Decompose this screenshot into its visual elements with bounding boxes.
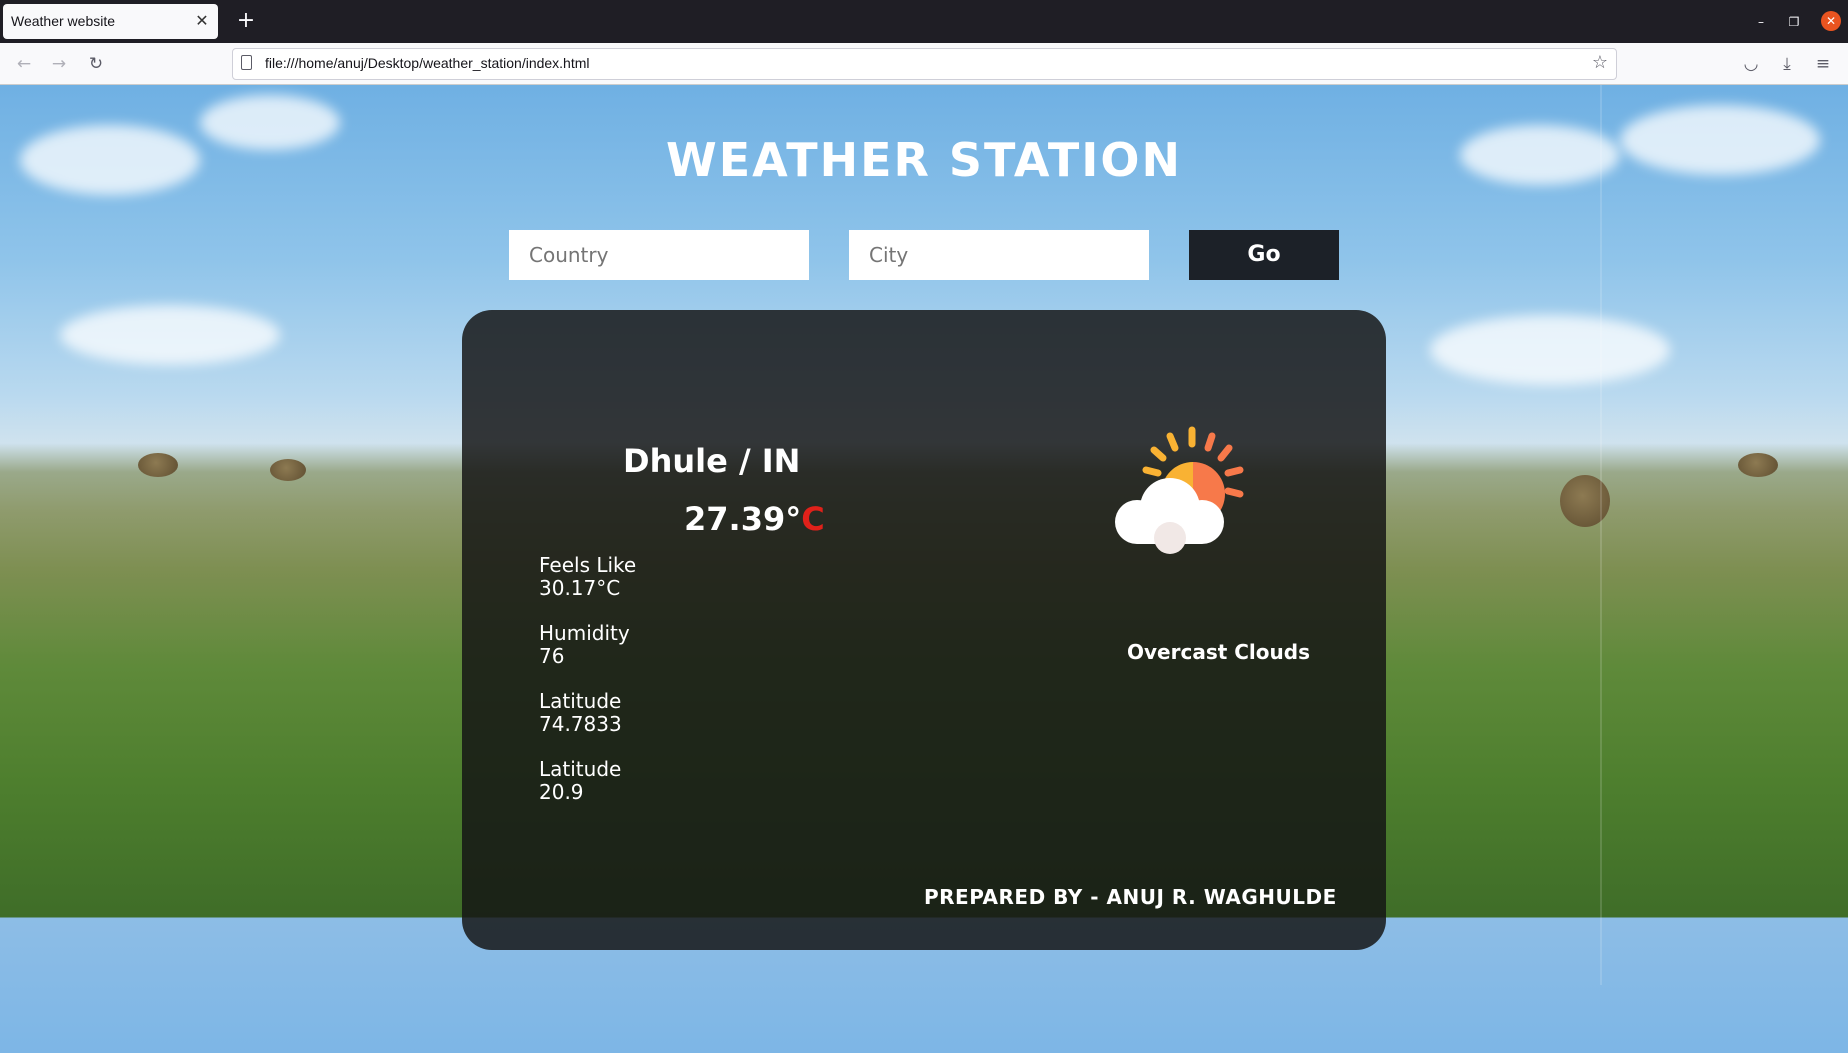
pocket-icon[interactable]: ◡ (1739, 52, 1763, 76)
weather-card: Dhule / IN 27.39°C Feels Like 30.17°C Hu… (462, 310, 1386, 950)
go-button[interactable]: Go (1189, 230, 1339, 280)
browser-tab-bar: Weather website ✕ + – ❐ ✕ (0, 0, 1848, 43)
latitude-value: 20.9 (539, 780, 584, 804)
tab-title: Weather website (11, 13, 116, 29)
restore-icon[interactable]: ❐ (1784, 12, 1804, 32)
hay-bale (1738, 453, 1778, 477)
temperature-unit: C (801, 500, 825, 538)
temperature-value: 27.39° (684, 500, 802, 538)
longitude-value: 74.7833 (539, 712, 622, 736)
menu-icon[interactable]: ≡ (1811, 52, 1835, 76)
url-text: file:///home/anuj/Desktop/weather_statio… (265, 55, 590, 71)
browser-nav-bar: ← → ↻ file:///home/anuj/Desktop/weather_… (0, 43, 1848, 85)
longitude-label: Latitude (539, 689, 622, 713)
downloads-icon[interactable]: ⤓ (1775, 52, 1799, 76)
feels-like-label: Feels Like (539, 553, 637, 577)
minimize-icon[interactable]: – (1751, 12, 1771, 32)
humidity-value: 76 (539, 644, 565, 668)
country-input[interactable] (509, 230, 809, 280)
partly-cloudy-icon (1115, 426, 1244, 554)
address-bar[interactable]: file:///home/anuj/Desktop/weather_statio… (232, 48, 1617, 80)
window-close-icon[interactable]: ✕ (1821, 11, 1841, 31)
location-label: Dhule / IN (623, 442, 801, 480)
hay-bale (270, 459, 306, 481)
temperature: 27.39°C (684, 500, 825, 538)
background-cloud (60, 305, 280, 365)
page-icon (241, 55, 252, 70)
reload-icon[interactable]: ↻ (84, 52, 108, 76)
latitude-label: Latitude (539, 757, 622, 781)
hay-bale (138, 453, 178, 477)
tab-close-icon[interactable]: ✕ (192, 10, 212, 32)
back-icon[interactable]: ← (12, 52, 36, 76)
bookmark-star-icon[interactable]: ☆ (1592, 52, 1608, 73)
page-viewport: WEATHER STATION Go Dhule / IN 27.39°C Fe… (0, 85, 1848, 1053)
background-cloud (1430, 315, 1670, 385)
city-input[interactable] (849, 230, 1149, 280)
forward-icon[interactable]: → (47, 52, 71, 76)
weather-description: Overcast Clouds (1127, 640, 1310, 664)
browser-tab[interactable]: Weather website ✕ (3, 4, 218, 39)
page-title: WEATHER STATION (666, 133, 1182, 187)
new-tab-icon[interactable]: + (233, 8, 259, 34)
credit-text: PREPARED BY - ANUJ R. WAGHULDE (924, 885, 1337, 909)
hay-bale (1560, 475, 1610, 527)
feels-like-value: 30.17°C (539, 576, 621, 600)
humidity-label: Humidity (539, 621, 630, 645)
background-tile-edge (1600, 85, 1602, 985)
